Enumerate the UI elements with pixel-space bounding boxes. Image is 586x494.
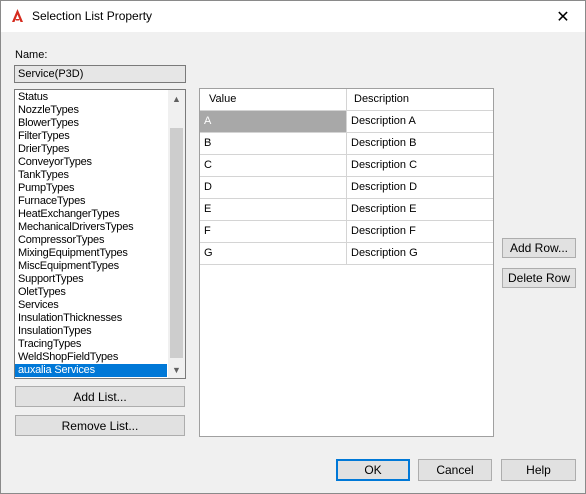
name-label: Name: <box>15 49 48 61</box>
description-cell[interactable]: Description D <box>346 177 493 198</box>
list-item[interactable]: OletTypes <box>15 286 167 299</box>
list-item[interactable]: CompressorTypes <box>15 234 167 247</box>
value-cell[interactable]: E <box>200 199 346 220</box>
description-cell[interactable]: Description C <box>346 155 493 176</box>
add-row-button[interactable]: Add Row... <box>502 238 576 258</box>
grid-rows: A Description A B Description B C Description… <box>200 111 493 265</box>
list-item[interactable]: TankTypes <box>15 169 167 182</box>
autocad-app-icon <box>10 8 25 23</box>
list-item[interactable]: TracingTypes <box>15 338 167 351</box>
list-item[interactable]: PumpTypes <box>15 182 167 195</box>
description-column-header[interactable]: Description <box>354 89 409 110</box>
value-column-header[interactable]: Value <box>209 89 236 110</box>
list-item[interactable]: MechanicalDriversTypes <box>15 221 167 234</box>
list-item[interactable]: NozzleTypes <box>15 104 167 117</box>
grid-row[interactable]: C Description C <box>200 155 493 177</box>
list-item[interactable]: Status <box>15 91 167 104</box>
grid-row[interactable]: B Description B <box>200 133 493 155</box>
list-item[interactable]: WeldShopFieldTypes <box>15 351 167 364</box>
title-bar: Selection List Property ✕ <box>1 1 585 32</box>
cancel-button[interactable]: Cancel <box>418 459 492 481</box>
grid-row[interactable]: G Description G <box>200 243 493 265</box>
list-item[interactable]: InsulationTypes <box>15 325 167 338</box>
column-divider <box>346 89 347 110</box>
close-button[interactable]: ✕ <box>541 1 585 32</box>
close-icon: ✕ <box>556 8 570 26</box>
value-cell[interactable]: G <box>200 243 346 264</box>
list-item[interactable]: BlowerTypes <box>15 117 167 130</box>
selection-list-property-dialog: Selection List Property ✕ Name: Service(… <box>0 0 586 494</box>
list-item[interactable]: DrierTypes <box>15 143 167 156</box>
scroll-up-icon[interactable]: ▲ <box>168 90 185 107</box>
ok-button[interactable]: OK <box>336 459 410 481</box>
window-title: Selection List Property <box>32 9 153 23</box>
list-item[interactable]: MixingEquipmentTypes <box>15 247 167 260</box>
grid-row[interactable]: A Description A <box>200 111 493 133</box>
help-button[interactable]: Help <box>501 459 576 481</box>
grid-row[interactable]: F Description F <box>200 221 493 243</box>
list-item[interactable]: auxalia Services <box>15 364 167 377</box>
grid-row[interactable]: E Description E <box>200 199 493 221</box>
list-scrollbar[interactable]: ▲ ▼ <box>168 90 185 378</box>
list-item[interactable]: SupportTypes <box>15 273 167 286</box>
scroll-down-icon[interactable]: ▼ <box>168 361 185 378</box>
list-item[interactable]: FurnaceTypes <box>15 195 167 208</box>
description-cell[interactable]: Description B <box>346 133 493 154</box>
add-list-button[interactable]: Add List... <box>15 386 185 407</box>
value-cell[interactable]: F <box>200 221 346 242</box>
grid-header: Value Description <box>200 89 493 111</box>
grid-row[interactable]: D Description D <box>200 177 493 199</box>
description-cell[interactable]: Description E <box>346 199 493 220</box>
list-items-container: Status NozzleTypes BlowerTypes FilterTypes D… <box>15 91 167 377</box>
scroll-thumb[interactable] <box>170 128 183 358</box>
description-cell[interactable]: Description A <box>346 111 493 132</box>
value-cell[interactable]: C <box>200 155 346 176</box>
values-grid[interactable]: Value Description A Description A B Descrip… <box>199 88 494 437</box>
value-cell[interactable]: D <box>200 177 346 198</box>
delete-row-button[interactable]: Delete Row <box>502 268 576 288</box>
list-item[interactable]: ConveyorTypes <box>15 156 167 169</box>
list-item[interactable]: Services <box>15 299 167 312</box>
description-cell[interactable]: Description G <box>346 243 493 264</box>
list-item[interactable]: FilterTypes <box>15 130 167 143</box>
remove-list-button[interactable]: Remove List... <box>15 415 185 436</box>
list-item[interactable]: MiscEquipmentTypes <box>15 260 167 273</box>
list-item[interactable]: HeatExchangerTypes <box>15 208 167 221</box>
description-cell[interactable]: Description F <box>346 221 493 242</box>
value-cell[interactable]: B <box>200 133 346 154</box>
list-item[interactable]: InsulationThicknesses <box>15 312 167 325</box>
value-cell[interactable]: A <box>200 111 346 132</box>
name-field[interactable]: Service(P3D) <box>14 65 186 83</box>
selection-lists-listbox[interactable]: Status NozzleTypes BlowerTypes FilterTypes D… <box>14 89 186 379</box>
